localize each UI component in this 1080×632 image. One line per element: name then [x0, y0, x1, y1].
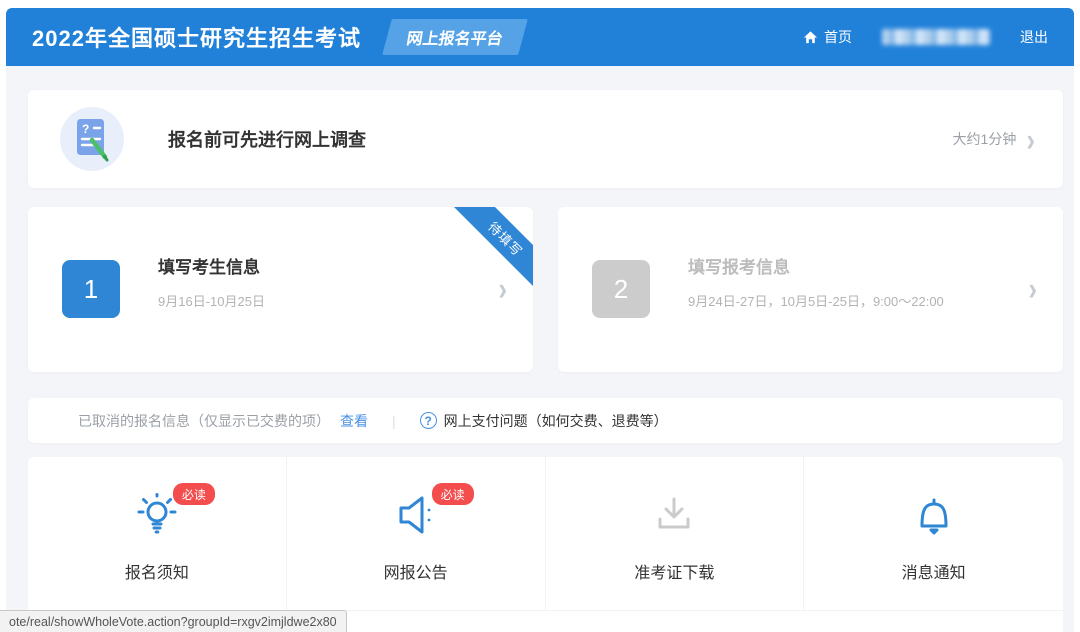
shortcut-label: 网报公告 — [383, 565, 448, 582]
survey-meta: 大约1分钟 › — [952, 123, 1035, 156]
chevron-right-icon: › — [1028, 269, 1037, 307]
nav-home-link[interactable]: 首页 — [803, 27, 852, 47]
shortcut-label: 准考证下载 — [634, 565, 715, 582]
step-card-candidate-info[interactable]: 1 填写考生信息 9月16日-10月25日 › 待填写 — [28, 207, 533, 372]
shortcut-label: 报名须知 — [124, 565, 189, 582]
step-number-badge: 1 — [62, 260, 120, 318]
cancelled-info-bar: 已取消的报名信息（仅显示已交费的项） 查看 | ? 网上支付问题（如何交费、退费… — [28, 398, 1063, 443]
page-background: 2022年全国硕士研究生招生考试 网上报名平台 首页 退出 ? 报名前可先进行网… — [6, 8, 1074, 632]
divider: | — [392, 412, 396, 429]
platform-badge: 网上报名平台 — [382, 19, 528, 55]
step-title: 填写考生信息 — [158, 258, 260, 277]
step-dates: 9月16日-10月25日 — [158, 294, 265, 309]
app-header: 2022年全国硕士研究生招生考试 网上报名平台 首页 退出 — [6, 8, 1074, 66]
survey-banner[interactable]: ? 报名前可先进行网上调查 大约1分钟 › — [28, 90, 1063, 188]
status-ribbon: 待填写 — [449, 207, 533, 295]
shortcut-label: 消息通知 — [901, 565, 966, 582]
header-nav: 首页 退出 — [803, 27, 1048, 47]
step-title: 填写报考信息 — [688, 258, 790, 277]
must-read-badge: 必读 — [431, 483, 474, 505]
username-redacted[interactable] — [882, 29, 990, 45]
svg-text:?: ? — [82, 122, 89, 136]
page-title: 2022年全国硕士研究生招生考试 — [32, 26, 361, 51]
question-circle-icon: ? — [419, 412, 437, 429]
shortcut-notifications[interactable]: 消息通知 — [804, 457, 1063, 611]
shortcut-registration-notice[interactable]: 必读 报名须知 — [28, 457, 287, 611]
step-dates: 9月24日-27日，10月5日-25日，9:00～22:00 — [688, 294, 944, 309]
status-bar-url: ote/real/showWholeVote.action?groupId=rx… — [0, 610, 347, 632]
download-icon — [650, 491, 698, 539]
shortcuts-panel: 必读 报名须知 必读 网报公告 准考证下载 消息通知 — [28, 457, 1063, 632]
step-card-application-info[interactable]: 2 填写报考信息 9月24日-27日，10月5日-25日，9:00～22:00 … — [558, 207, 1063, 372]
payment-help-link[interactable]: ? 网上支付问题（如何交费、退费等） — [419, 411, 668, 431]
home-icon — [803, 30, 818, 45]
survey-doc-icon: ? — [60, 107, 124, 171]
cancelled-info-text: 已取消的报名信息（仅显示已交费的项） — [78, 412, 330, 429]
chevron-right-icon: › — [1026, 120, 1035, 158]
logout-button[interactable]: 退出 — [1020, 27, 1048, 47]
survey-duration: 大约1分钟 — [952, 131, 1017, 147]
shortcut-announcements[interactable]: 必读 网报公告 — [286, 457, 546, 611]
must-read-badge: 必读 — [172, 483, 215, 505]
nav-home-label: 首页 — [824, 29, 852, 45]
payment-help-label: 网上支付问题（如何交费、退费等） — [443, 412, 668, 429]
bell-icon — [910, 491, 958, 539]
shortcut-admission-ticket-download[interactable]: 准考证下载 — [545, 457, 805, 611]
survey-title: 报名前可先进行网上调查 — [168, 130, 366, 150]
view-link[interactable]: 查看 — [340, 411, 368, 431]
platform-badge-label: 网上报名平台 — [405, 31, 504, 48]
ribbon-container: 待填写 — [445, 207, 533, 295]
step-number-badge: 2 — [592, 260, 650, 318]
